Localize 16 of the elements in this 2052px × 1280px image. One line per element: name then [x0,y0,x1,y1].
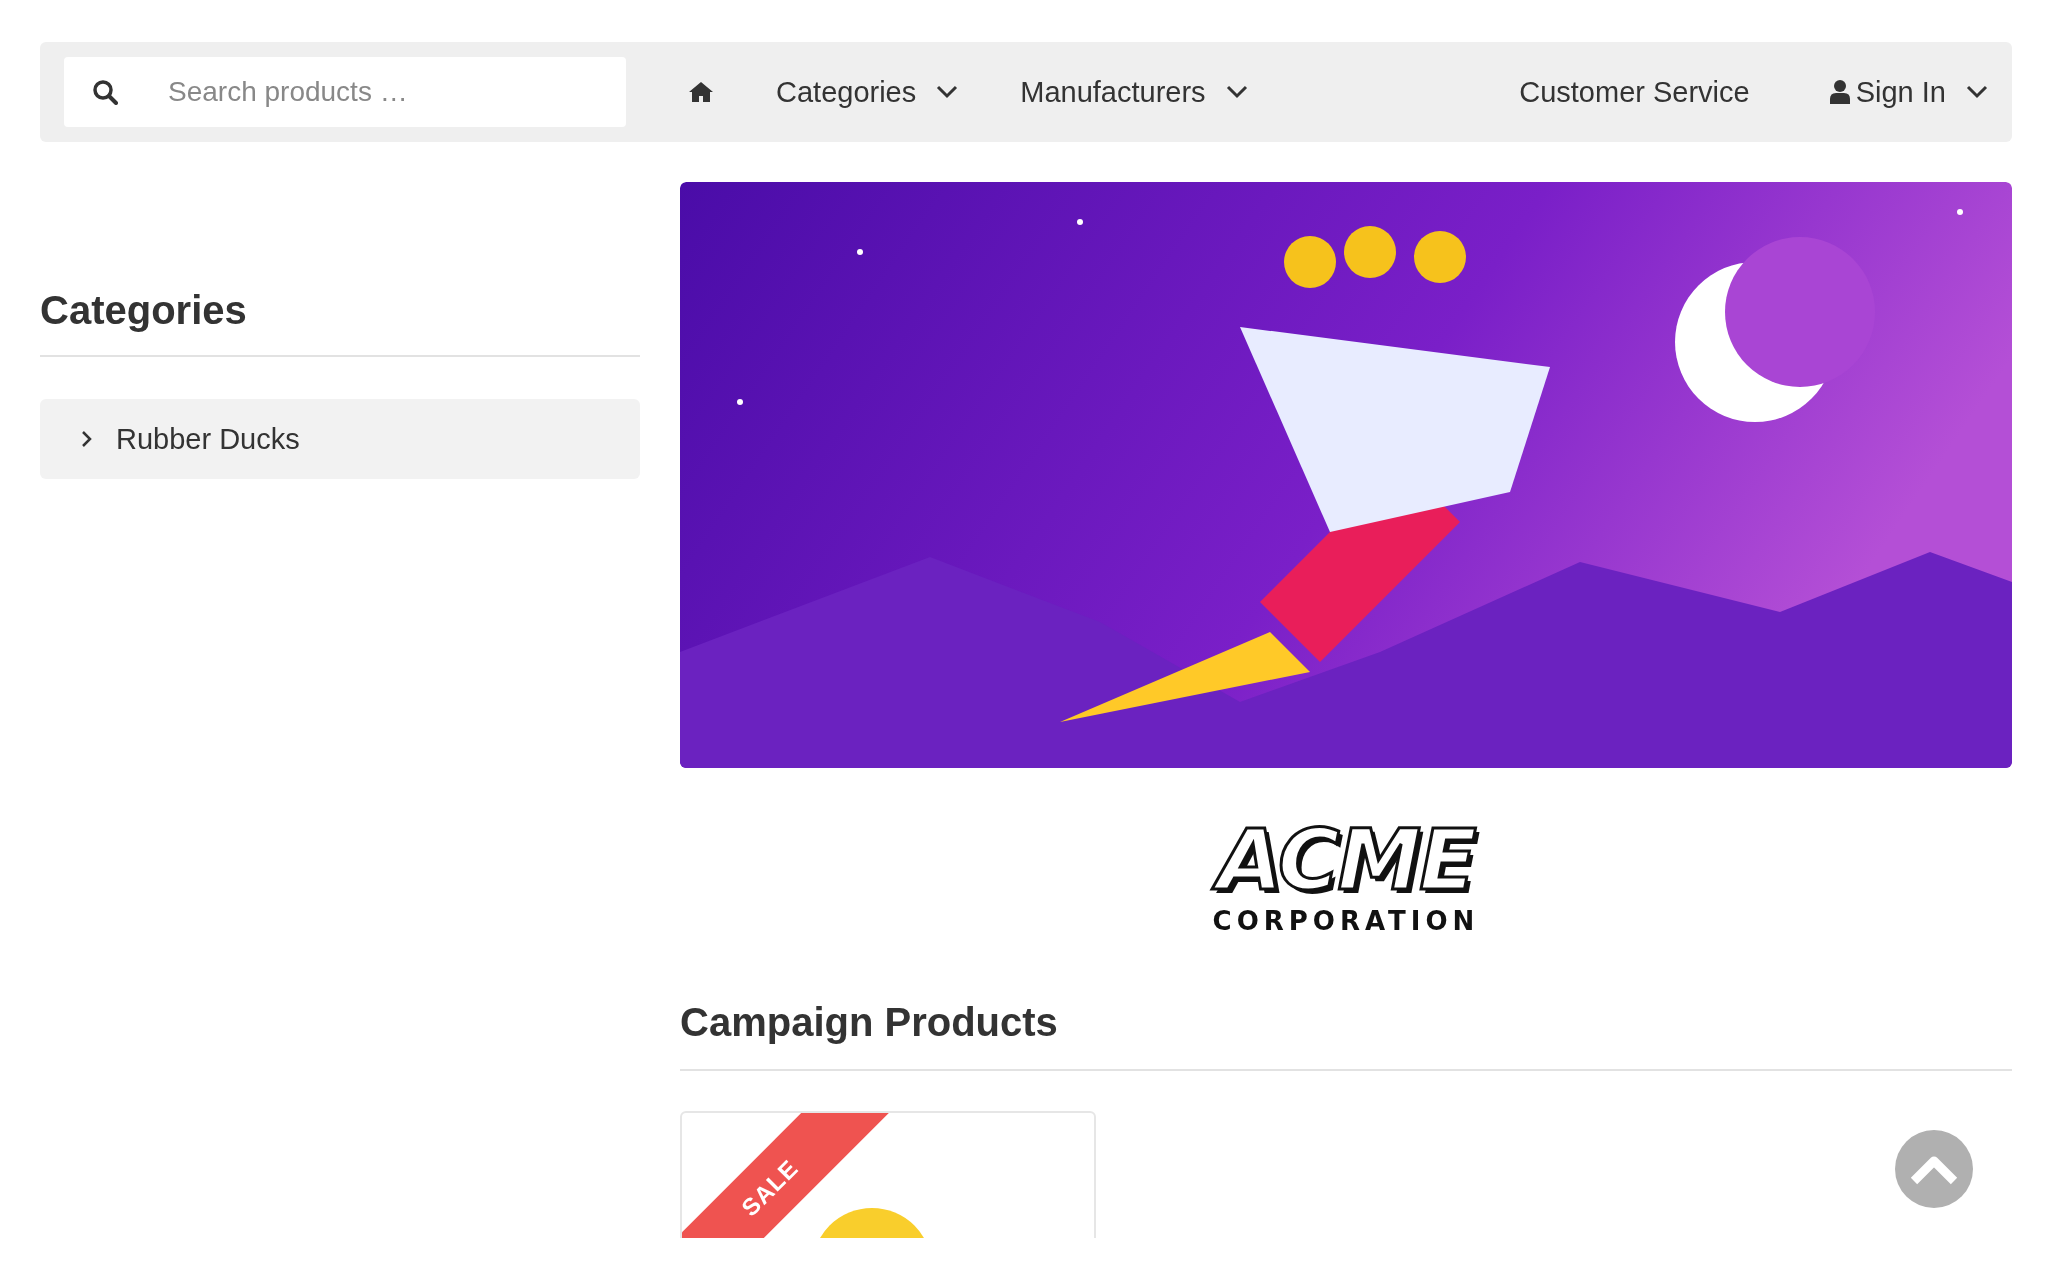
home-link[interactable] [688,81,714,103]
caret-down-icon [1966,85,1988,99]
home-icon [688,81,714,103]
search-field[interactable]: Search products … [64,57,626,127]
search-icon [92,79,118,105]
caret-down-icon [936,85,959,99]
section-heading: Campaign Products [680,1000,2012,1071]
nav-link[interactable]: Customer Service [1519,75,1750,109]
acme-logo: ACME CORPORATION [680,818,2012,928]
caret-down-icon [1225,85,1248,99]
category-item[interactable]: Rubber Ducks [40,399,640,479]
sign-in-dropdown[interactable]: Sign In [1829,75,1988,109]
nav-dropdown[interactable]: Categories [776,75,959,109]
sidebar-heading: Categories [40,288,640,357]
nav-dropdown[interactable]: Manufacturers [1020,75,1248,109]
user-icon [1829,80,1850,104]
